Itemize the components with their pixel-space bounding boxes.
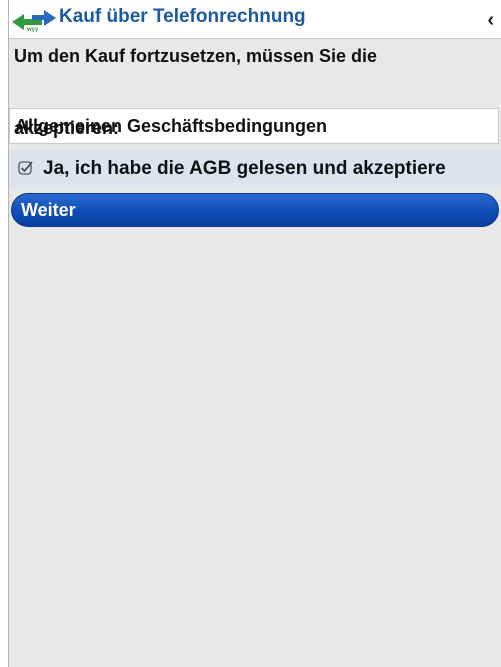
message-line-3: akzeptieren: [14,118,120,138]
checkbox-checked-icon[interactable] [18,160,34,176]
continue-button-label: Weiter [21,200,76,220]
terms-checkbox-label: Ja, ich habe die AGB gelesen und akzepti… [43,158,446,179]
continue-button[interactable]: Weiter [11,193,499,227]
page-title: Kauf über Telefonrechnung [59,6,306,27]
screen: wyy Kauf über Telefonrechnung ‹ Um den K… [8,0,501,667]
message-line-1: Um den Kauf fortzusetzen, müssen Sie die [14,46,378,66]
terms-checkbox[interactable]: Ja, ich habe die AGB gelesen und akzepti… [9,150,501,188]
logo-text: wyy [26,27,39,32]
message-line-1-row: Um den Kauf fortzusetzen, müssen Sie die [9,38,501,74]
title-bar: wyy Kauf über Telefonrechnung ‹ [9,0,501,38]
app-logo-icon: wyy [12,10,56,32]
chevron-left-icon[interactable]: ‹ [487,9,494,32]
